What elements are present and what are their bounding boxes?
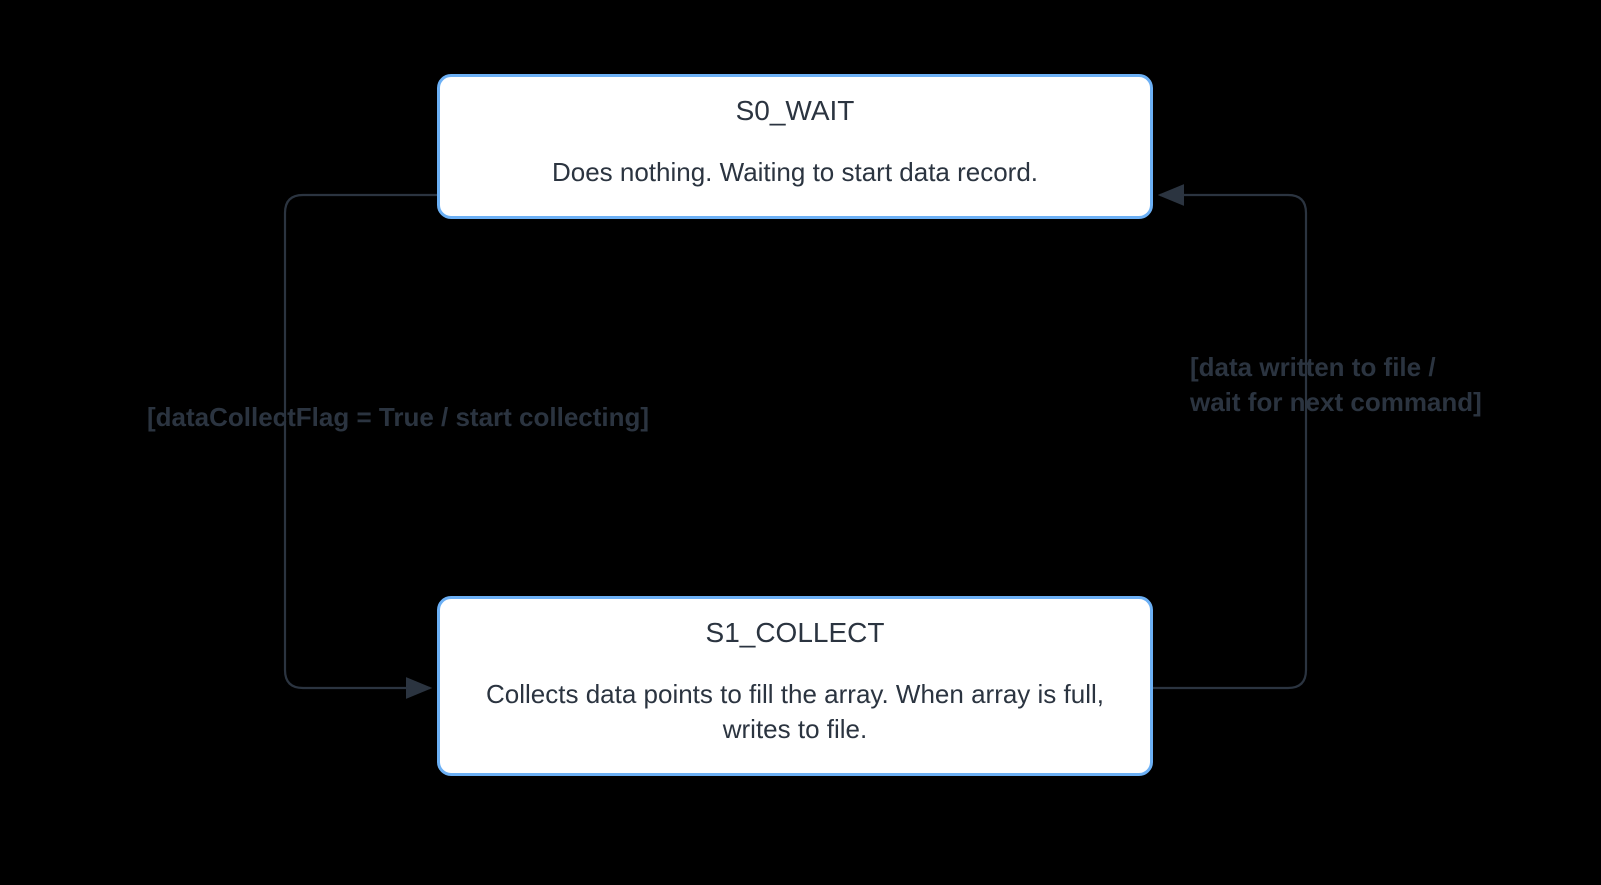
- transition-s0-to-s1-text: [dataCollectFlag = True / start collecti…: [147, 402, 649, 432]
- state-s0: S0_WAIT Does nothing. Waiting to start d…: [437, 74, 1153, 219]
- state-s1-description: Collects data points to fill the array. …: [470, 677, 1120, 747]
- transition-label-s0-to-s1: [dataCollectFlag = True / start collecti…: [147, 400, 649, 435]
- arrow-s0-to-s1: [285, 195, 437, 688]
- state-s1: S1_COLLECT Collects data points to fill …: [437, 596, 1153, 776]
- arrow-s1-to-s0: [1153, 195, 1306, 688]
- transition-label-s1-to-s0: [data written to file / wait for next co…: [1190, 350, 1482, 420]
- state-s0-title: S0_WAIT: [470, 95, 1120, 127]
- state-s1-title: S1_COLLECT: [470, 617, 1120, 649]
- transition-s1-to-s0-line1: [data written to file /: [1190, 350, 1482, 385]
- state-s0-description: Does nothing. Waiting to start data reco…: [470, 155, 1120, 190]
- transition-s1-to-s0-line2: wait for next command]: [1190, 385, 1482, 420]
